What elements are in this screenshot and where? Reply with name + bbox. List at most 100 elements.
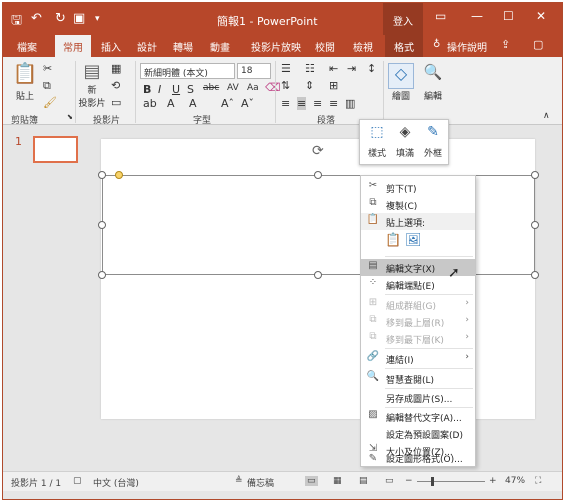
drawing-button[interactable]: ◇ 繪圖 xyxy=(388,63,414,102)
resize-handle[interactable] xyxy=(531,171,539,179)
underline-icon[interactable]: U xyxy=(172,83,180,96)
font-name-box[interactable]: 新細明體 (本文) xyxy=(140,63,235,79)
numbering-icon[interactable]: ☷ xyxy=(305,62,315,75)
share-icon[interactable]: ⇪ xyxy=(501,38,510,51)
menu-item-send-backward[interactable]: ⧉ 移到最下層(K) › xyxy=(361,330,475,347)
minimize-icon[interactable]: — xyxy=(471,9,483,23)
tab-transitions[interactable]: 轉場 xyxy=(173,39,193,54)
paste-keep-source-icon[interactable]: 📋 xyxy=(385,233,401,248)
comments-icon[interactable]: ▢ xyxy=(533,38,543,51)
ribbon-display-icon[interactable]: ▭ xyxy=(435,9,446,23)
adjust-handle[interactable] xyxy=(115,171,123,179)
slide-sorter-icon[interactable]: ▦ xyxy=(333,476,342,486)
paste-button[interactable]: 📋 貼上 xyxy=(9,61,41,102)
menu-item-format-shape[interactable]: ✎ 設定圖形格式(O)... xyxy=(361,452,475,466)
font-color2-icon[interactable]: A xyxy=(189,97,197,110)
shadow-icon[interactable]: S xyxy=(187,83,194,96)
align-left-icon[interactable]: ≡ xyxy=(281,97,290,110)
align-text-icon[interactable]: ⇕ xyxy=(305,79,314,92)
repeat-icon[interactable]: ↻ xyxy=(55,11,66,26)
tell-me-search[interactable]: 操作說明 xyxy=(447,39,487,54)
italic-icon[interactable]: I xyxy=(158,83,161,96)
columns-icon[interactable]: ▥ xyxy=(345,97,355,110)
rotate-handle-icon[interactable]: ⟳ xyxy=(312,143,324,159)
resize-handle[interactable] xyxy=(314,271,322,279)
undo-icon[interactable]: ↶ xyxy=(31,11,42,26)
slideshow-view-icon[interactable]: ▭ xyxy=(385,476,394,486)
editing-button[interactable]: 🔍 編輯 xyxy=(421,63,445,102)
spelling-icon[interactable]: ▢ xyxy=(73,476,82,486)
increase-indent-icon[interactable]: ⇥ xyxy=(347,62,356,75)
increase-font-icon[interactable]: Aˆ xyxy=(221,97,234,110)
fit-to-window-icon[interactable]: ⛶ xyxy=(535,476,541,486)
paste-picture-icon[interactable]: 🖼 xyxy=(405,233,422,248)
layout-icon[interactable]: ▦ xyxy=(111,62,121,75)
highlight-icon[interactable]: ab xyxy=(143,97,157,110)
copy-icon[interactable]: ⧉ xyxy=(43,79,51,93)
menu-item-set-default-shape[interactable]: 設定為預設圖案(D) xyxy=(361,425,475,442)
language-indicator[interactable]: 中文 (台灣) xyxy=(93,476,139,489)
menu-item-group[interactable]: ⊞ 組成群組(G) › xyxy=(361,296,475,313)
menu-item-edit-alt-text[interactable]: ▨ 編輯替代文字(A)... xyxy=(361,408,475,425)
resize-handle[interactable] xyxy=(314,171,322,179)
reset-icon[interactable]: ⟲ xyxy=(111,79,120,92)
bullets-icon[interactable]: ☰ xyxy=(281,62,291,75)
tab-home[interactable]: 常用 xyxy=(55,35,91,57)
justify-icon[interactable]: ≡ xyxy=(329,97,338,110)
sign-in-button[interactable]: 登入 xyxy=(383,3,423,35)
clipboard-launcher-icon[interactable]: ⬊ xyxy=(67,113,73,121)
customize-qat-icon[interactable]: ▾ xyxy=(95,14,100,24)
resize-handle[interactable] xyxy=(531,221,539,229)
maximize-icon[interactable]: ☐ xyxy=(503,9,514,23)
align-center-icon[interactable]: ≡ xyxy=(297,97,307,110)
smartart-icon[interactable]: ⊞ xyxy=(329,79,338,92)
collapse-ribbon-icon[interactable]: ∧ xyxy=(543,111,550,121)
menu-item-link[interactable]: 🔗 連結(I) › xyxy=(361,350,475,367)
zoom-slider-thumb[interactable] xyxy=(431,477,434,486)
resize-handle[interactable] xyxy=(98,171,106,179)
tab-slideshow[interactable]: 投影片放映 xyxy=(251,39,301,54)
menu-item-cut[interactable]: ✂ 剪下(T) xyxy=(361,179,475,196)
slide-thumbnail[interactable] xyxy=(33,136,78,163)
decrease-indent-icon[interactable]: ⇤ xyxy=(329,62,338,75)
close-icon[interactable]: ✕ xyxy=(536,9,546,23)
notes-button[interactable]: 備忘稿 xyxy=(247,476,274,489)
tab-review[interactable]: 校閱 xyxy=(315,39,335,54)
resize-handle[interactable] xyxy=(531,271,539,279)
zoom-slider[interactable] xyxy=(417,481,485,482)
resize-handle[interactable] xyxy=(98,271,106,279)
menu-item-bring-forward[interactable]: ⧉ 移到最上層(R) › xyxy=(361,313,475,330)
font-color-icon[interactable]: A xyxy=(167,97,175,110)
text-direction-icon[interactable]: ⇅ xyxy=(281,79,290,92)
save-icon[interactable]: 🖫 xyxy=(11,11,22,33)
outline-button[interactable]: ✎ 外框 xyxy=(419,124,447,159)
section-icon[interactable]: ▭ xyxy=(111,96,121,109)
tab-file[interactable]: 檔案 xyxy=(17,39,37,54)
change-case-icon[interactable]: Aa xyxy=(247,83,259,93)
zoom-out-icon[interactable]: − xyxy=(405,476,413,486)
normal-view-icon[interactable]: ▭ xyxy=(305,476,318,486)
strikethrough-icon[interactable]: abc xyxy=(203,83,219,93)
style-button[interactable]: ⬚ 樣式 xyxy=(363,124,391,159)
new-slide-button[interactable]: ▤ 新 投影片 xyxy=(77,61,107,109)
resize-handle[interactable] xyxy=(98,221,106,229)
zoom-in-icon[interactable]: + xyxy=(489,476,497,486)
char-spacing-icon[interactable]: AV xyxy=(227,83,239,93)
tab-view[interactable]: 檢視 xyxy=(353,39,373,54)
align-right-icon[interactable]: ≡ xyxy=(313,97,322,110)
menu-item-copy[interactable]: ⧉ 複製(C) xyxy=(361,196,475,213)
start-slideshow-icon[interactable]: ▣ xyxy=(73,11,85,26)
tab-animations[interactable]: 動畫 xyxy=(210,39,230,54)
tab-design[interactable]: 設計 xyxy=(137,39,157,54)
fill-button[interactable]: ◈ 填滿 xyxy=(391,124,419,159)
font-size-box[interactable]: 18 xyxy=(237,63,271,79)
menu-item-save-as-picture[interactable]: 另存成圖片(S)... xyxy=(361,389,475,406)
cut-icon[interactable]: ✂ xyxy=(43,62,52,75)
clear-format-icon[interactable]: ⌫ xyxy=(265,81,281,94)
line-spacing-icon[interactable]: ↕ xyxy=(367,62,376,75)
tab-format[interactable]: 格式 xyxy=(385,35,423,57)
format-painter-icon[interactable]: 🖌 xyxy=(43,96,57,109)
tab-insert[interactable]: 插入 xyxy=(101,39,121,54)
reading-view-icon[interactable]: ▤ xyxy=(359,476,368,486)
decrease-font-icon[interactable]: Aˇ xyxy=(241,97,254,110)
